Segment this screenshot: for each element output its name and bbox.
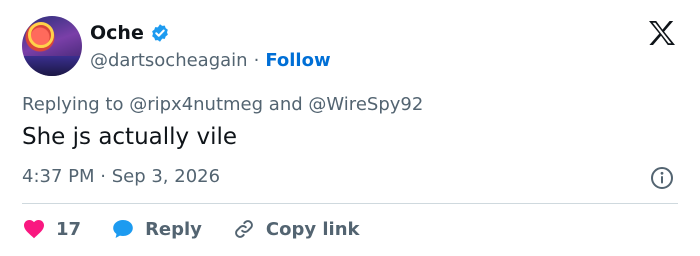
avatar-background	[22, 56, 82, 76]
speech-bubble-icon	[113, 220, 133, 238]
divider	[22, 203, 678, 204]
tweet-text: She js actually vile	[22, 124, 237, 150]
heart-icon	[24, 220, 44, 239]
replying-to-label: Replying to	[22, 94, 124, 115]
replying-to-line: Replying to @ripx4nutmeg and @WireSpy92	[22, 94, 423, 115]
like-count: 17	[56, 218, 82, 240]
author-handle-row: @dartsocheagain · Follow	[90, 48, 331, 72]
copy-link-button[interactable]: Copy link	[232, 217, 360, 241]
avatar[interactable]	[22, 16, 82, 76]
tweet-timestamp[interactable]: 4:37 PM · Sep 3, 2026	[22, 166, 220, 187]
author-name[interactable]: Oche	[90, 22, 144, 44]
verified-badge-icon	[151, 24, 168, 42]
link-icon	[235, 220, 253, 238]
follow-button[interactable]: Follow	[265, 50, 330, 71]
avatar-dartboard	[28, 22, 54, 48]
replying-and-label: and	[268, 94, 303, 115]
separator-dot: ·	[253, 49, 260, 71]
copy-link-label: Copy link	[265, 218, 360, 240]
mention-link-1[interactable]: @ripx4nutmeg	[129, 94, 263, 115]
author-handle[interactable]: @dartsocheagain	[90, 50, 248, 71]
author-name-row: Oche	[90, 20, 170, 46]
tweet-actions: 17 Reply Copy link	[22, 214, 390, 244]
like-button[interactable]: 17	[22, 217, 81, 241]
reply-button[interactable]: Reply	[111, 217, 202, 241]
mention-link-2[interactable]: @WireSpy92	[308, 94, 423, 115]
info-icon[interactable]	[650, 166, 674, 190]
x-logo-icon[interactable]	[648, 20, 676, 46]
reply-label: Reply	[145, 218, 202, 240]
